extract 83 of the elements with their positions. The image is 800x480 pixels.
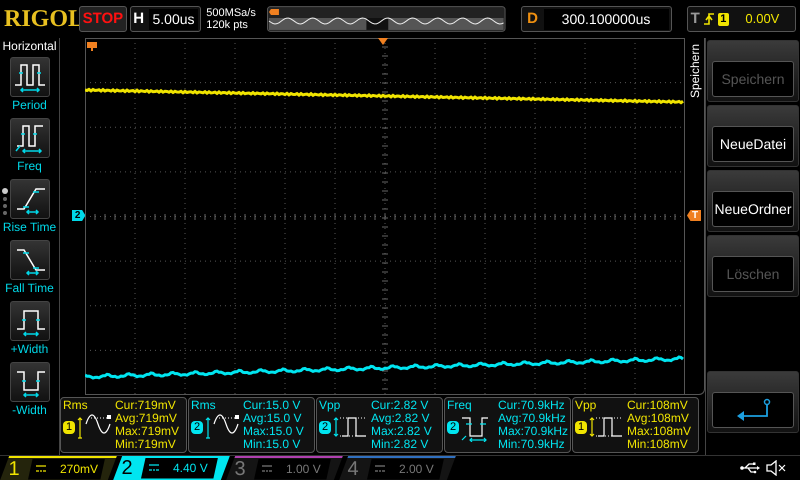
measurement-reading: Min:2.82 V: [371, 438, 430, 451]
return-arrow-icon: [735, 398, 771, 422]
measure-button[interactable]: [10, 179, 50, 219]
channel-scale: 4.40 V: [173, 460, 208, 477]
measurement-name: Freq: [447, 399, 473, 412]
rising-edge-icon: [704, 12, 714, 26]
delay-box[interactable]: D 300.100000us: [520, 6, 672, 32]
measure-label: +Width: [10, 341, 48, 357]
measurement-reading: Cur:2.82 V: [371, 399, 430, 412]
channel-scale: 270mV: [60, 461, 98, 478]
measure-label: Rise Time: [2, 219, 56, 235]
measure-label: Period: [12, 97, 47, 113]
timebase-box[interactable]: H 5.00us: [130, 6, 202, 32]
channel-badge: 2: [191, 420, 203, 434]
measurement-reading: Min:108mV: [627, 438, 689, 451]
dc-coupling-icon: [36, 465, 46, 473]
trigger-marker-icon: [86, 42, 97, 51]
measurement-reading: Min:70.9kHz: [498, 438, 566, 451]
channel-marker: 2: [72, 210, 86, 221]
measurement-reading: Avg:70.9kHz: [498, 412, 567, 425]
measurement-reading: Avg:108mV: [627, 412, 690, 425]
sample-rate: 500MSa/s: [206, 7, 257, 19]
measurement-reading: Max:719mV: [115, 425, 180, 438]
trigger-box[interactable]: T 1 0.00V: [686, 6, 796, 32]
measurement-reading: Cur:719mV: [115, 399, 177, 412]
timebase-value: 5.00us: [148, 8, 198, 30]
trigger-level-marker: T: [686, 210, 702, 221]
measurement-reading: Cur:15.0 V: [243, 399, 302, 412]
run-stop-button[interactable]: STOP: [79, 6, 127, 32]
channel-number: 4: [346, 459, 360, 479]
measure-button[interactable]: [10, 118, 50, 158]
channel-scale: 1.00 V: [286, 461, 321, 478]
measure-button[interactable]: [10, 362, 50, 402]
channel-tab[interactable]: 2 4.40 V: [113, 456, 230, 480]
measurement-name: Rms: [63, 399, 89, 412]
measure-label: Freq: [17, 158, 42, 174]
dc-coupling-icon: [375, 465, 385, 473]
measurement-reading: Cur:108mV: [627, 399, 689, 412]
measure-label: -Width: [12, 402, 47, 418]
measurement-reading: Max:15.0 V: [243, 425, 305, 438]
measurement-name: Vpp: [575, 399, 598, 412]
measurement-reading: Min:719mV: [115, 438, 177, 451]
speaker-muted-icon: [766, 460, 786, 476]
channel-scale: 2.00 V: [399, 461, 434, 478]
measurement-name: Rms: [191, 399, 217, 412]
channel-tab[interactable]: 1 270mV: [0, 456, 117, 480]
memory-depth: 120k pts: [206, 19, 249, 31]
delay-value: 300.100000us: [544, 8, 669, 30]
measure-button[interactable]: [10, 301, 50, 341]
channel-number: 2: [120, 458, 134, 478]
measurement-reading: Avg:719mV: [115, 412, 178, 425]
menu-button[interactable]: NeueDatei: [707, 105, 799, 167]
back-button[interactable]: [707, 371, 799, 433]
usb-icon: [740, 462, 760, 474]
measurement-reading: Cur:70.9kHz: [498, 399, 566, 412]
trigger-position-icon: [378, 38, 388, 46]
channel-tab[interactable]: 3 1.00 V: [226, 456, 343, 480]
measurement-reading: Max:70.9kHz: [498, 425, 568, 438]
measurement-reading: Max:2.82 V: [371, 425, 433, 438]
delay-label: D: [526, 8, 539, 29]
measurement-reading: Max:108mV: [627, 425, 692, 438]
channel-badge: 1: [718, 12, 729, 26]
measure-button[interactable]: [10, 57, 50, 97]
measurement-name: Vpp: [319, 399, 342, 412]
dc-coupling-icon: [149, 464, 159, 472]
menu-title: Horizontal: [2, 39, 57, 53]
dc-coupling-icon: [262, 465, 272, 473]
trigger-level: 0.00V: [744, 10, 780, 28]
menu-button[interactable]: NeueOrdner: [707, 170, 799, 232]
trigger-label: T: [690, 8, 700, 29]
channel-badge: 1: [575, 420, 587, 434]
channel-number: 1: [7, 459, 21, 479]
channel-tab[interactable]: 4 2.00 V: [339, 456, 456, 480]
measurement-reading: Avg:2.82 V: [371, 412, 430, 425]
measure-label: Fall Time: [5, 280, 54, 296]
channel-badge: 2: [447, 420, 459, 434]
measurement-reading: Min:15.0 V: [243, 438, 302, 451]
measure-button[interactable]: [10, 240, 50, 280]
channel-badge: 2: [319, 420, 331, 434]
channel-badge: 1: [63, 420, 75, 434]
timebase-label: H: [132, 8, 146, 29]
measurement-reading: Avg:15.0 V: [243, 412, 302, 425]
channel-number: 3: [233, 459, 247, 479]
